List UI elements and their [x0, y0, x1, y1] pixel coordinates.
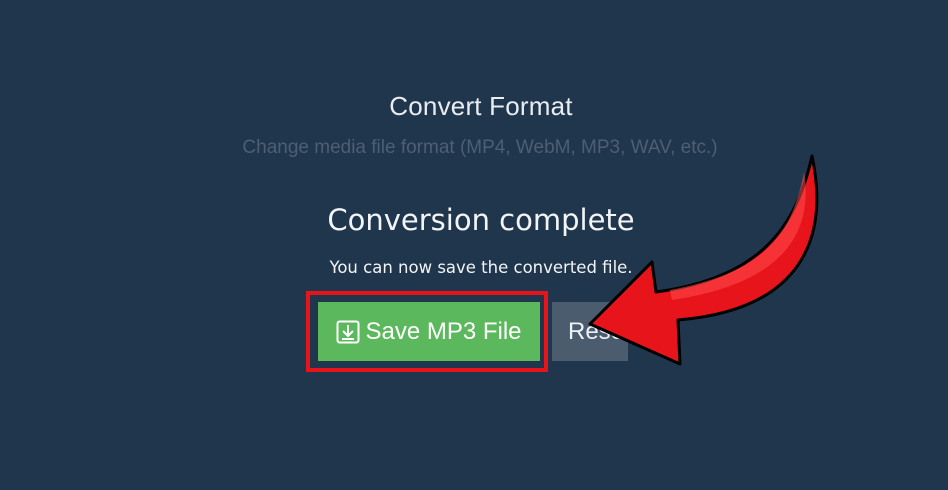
highlight-box — [306, 291, 548, 372]
page: Convert Format Change media file format … — [0, 0, 948, 490]
red-curved-arrow-icon — [588, 154, 819, 366]
page-title: Convert Format — [389, 91, 573, 121]
